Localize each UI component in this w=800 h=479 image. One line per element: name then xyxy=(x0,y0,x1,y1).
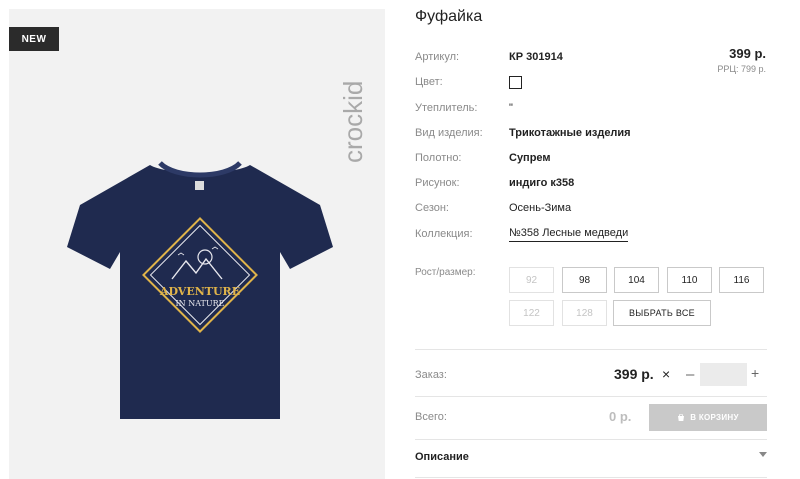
spec-type: Вид изделия: Трикотажные изделия xyxy=(415,125,631,141)
order-price: 399 р. xyxy=(614,366,654,382)
spec-value: " xyxy=(509,102,513,114)
spec-label: Рисунок: xyxy=(415,177,460,189)
new-badge: NEW xyxy=(9,27,59,51)
spec-fabric: Полотно: Супрем xyxy=(415,150,551,166)
spec-label: Коллекция: xyxy=(415,228,473,240)
spec-pattern: Рисунок: индиго к358 xyxy=(415,175,574,191)
print-line1: ADVENTURE xyxy=(159,285,240,298)
quantity-input[interactable] xyxy=(700,363,747,386)
cart-icon xyxy=(678,413,685,421)
recommended-retail-price: РРЦ: 799 р. xyxy=(717,64,766,74)
spec-label: Вид изделия: xyxy=(415,127,483,139)
order-label: Заказ: xyxy=(415,369,447,381)
product-image[interactable]: NEW crockid ADVENTURE IN NATURE xyxy=(9,9,385,479)
description-toggle[interactable]: Описание xyxy=(415,451,469,463)
divider xyxy=(415,396,767,397)
size-option-98[interactable]: 98 xyxy=(562,267,607,293)
tshirt-illustration: ADVENTURE IN NATURE xyxy=(67,161,333,419)
sizes-label: Рост/размер: xyxy=(415,267,476,278)
product-price: 399 р. xyxy=(729,46,766,61)
spec-label: Полотно: xyxy=(415,152,462,164)
brand-logo: crockid xyxy=(340,81,368,163)
size-option-122: 122 xyxy=(509,300,554,326)
quantity-increase-button[interactable]: + xyxy=(751,365,759,381)
total-value: 0 р. xyxy=(609,409,632,424)
spec-label: Артикул: xyxy=(415,51,460,63)
tshirt-label xyxy=(195,181,204,190)
select-all-sizes-button[interactable]: ВЫБРАТЬ ВСЕ xyxy=(613,300,711,326)
spec-label: Сезон: xyxy=(415,202,449,214)
add-to-cart-label: В КОРЗИНУ xyxy=(690,413,739,422)
divider xyxy=(415,439,767,440)
divider xyxy=(415,349,767,350)
size-option-110[interactable]: 110 xyxy=(667,267,712,293)
brand-logo-text: crockid xyxy=(340,81,368,163)
print-line2: IN NATURE xyxy=(176,299,225,308)
quantity-decrease-button[interactable]: – xyxy=(686,366,694,383)
spec-value: Осень-Зима xyxy=(509,202,572,214)
size-option-128: 128 xyxy=(562,300,607,326)
times-sign: × xyxy=(662,366,671,382)
spec-collection: Коллекция: №358 Лесные медведи xyxy=(415,226,629,242)
collection-link[interactable]: №358 Лесные медведи xyxy=(509,227,629,242)
spec-color: Цвет: xyxy=(415,74,522,90)
spec-label: Утеплитель: xyxy=(415,102,478,114)
total-label: Всего: xyxy=(415,411,447,423)
spec-value: индиго к358 xyxy=(509,177,575,189)
add-to-cart-button[interactable]: В КОРЗИНУ xyxy=(649,404,767,431)
color-swatch[interactable] xyxy=(509,75,522,89)
spec-value: КР 301914 xyxy=(509,51,563,63)
product-title: Фуфайка xyxy=(415,8,483,25)
divider xyxy=(415,477,767,478)
spec-value: Супрем xyxy=(509,152,551,164)
size-option-116[interactable]: 116 xyxy=(719,267,764,293)
spec-insulation: Утеплитель: " xyxy=(415,100,513,116)
chevron-down-icon[interactable] xyxy=(759,452,767,457)
spec-value: Трикотажные изделия xyxy=(509,127,631,139)
spec-article: Артикул: КР 301914 xyxy=(415,49,563,65)
size-option-92: 92 xyxy=(509,267,554,293)
spec-season: Сезон: Осень-Зима xyxy=(415,200,571,216)
spec-label: Цвет: xyxy=(415,76,443,88)
size-option-104[interactable]: 104 xyxy=(614,267,659,293)
